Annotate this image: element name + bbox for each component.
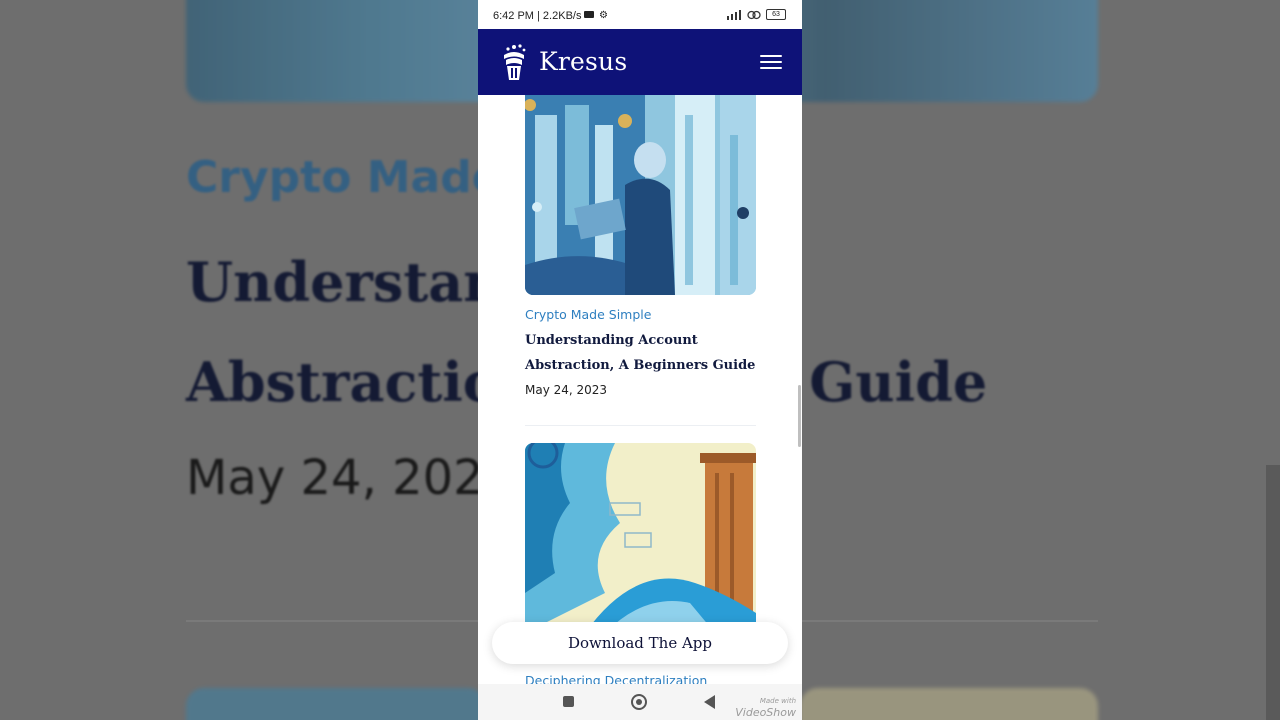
system-nav-bar: Made with VideoShow (478, 684, 802, 720)
link-icon (747, 10, 761, 19)
article-date: May 24, 2023 (525, 383, 608, 397)
status-bar: 6:42 PM | 2.2KB/s ⚙ 63 (478, 0, 802, 30)
article-category[interactable]: Crypto Made Simple (525, 307, 651, 322)
background-category: Crypto Made (186, 152, 502, 203)
status-indicators: 63 (726, 9, 786, 20)
home-icon[interactable] (631, 694, 647, 710)
article-image[interactable] (525, 443, 756, 633)
watermark: Made with VideoShow (735, 696, 796, 718)
app-header: Kresus (478, 29, 802, 95)
brand-name[interactable]: Kresus (539, 47, 627, 76)
signal-icon (727, 9, 741, 20)
background-image-bottom-right (800, 688, 1098, 720)
background-scrollbar (1266, 465, 1280, 720)
hamburger-icon[interactable] (760, 55, 782, 71)
status-time: 6:42 PM | 2.2KB/s (493, 10, 582, 22)
back-icon[interactable] (704, 695, 715, 709)
phone-screen: 6:42 PM | 2.2KB/s ⚙ 63 Kresus Crypto Mad… (478, 0, 802, 720)
battery-icon: 63 (766, 9, 786, 20)
kresus-logo-icon[interactable] (500, 43, 528, 81)
camera-icon (584, 11, 594, 18)
article-title[interactable]: Understanding Account Abstraction, A Beg… (525, 328, 765, 378)
article-list: Crypto Made Simple Understanding Account… (478, 95, 802, 685)
background-image-bottom (186, 688, 486, 720)
recents-icon[interactable] (563, 696, 574, 707)
article-image[interactable] (525, 95, 756, 295)
scrollbar[interactable] (798, 385, 801, 447)
article-divider (525, 425, 756, 426)
download-app-button[interactable]: Download The App (492, 622, 788, 664)
watermark-bottom: VideoShow (735, 706, 796, 719)
gear-icon: ⚙ (599, 10, 608, 21)
background-date: May 24, 2023 (186, 450, 515, 506)
